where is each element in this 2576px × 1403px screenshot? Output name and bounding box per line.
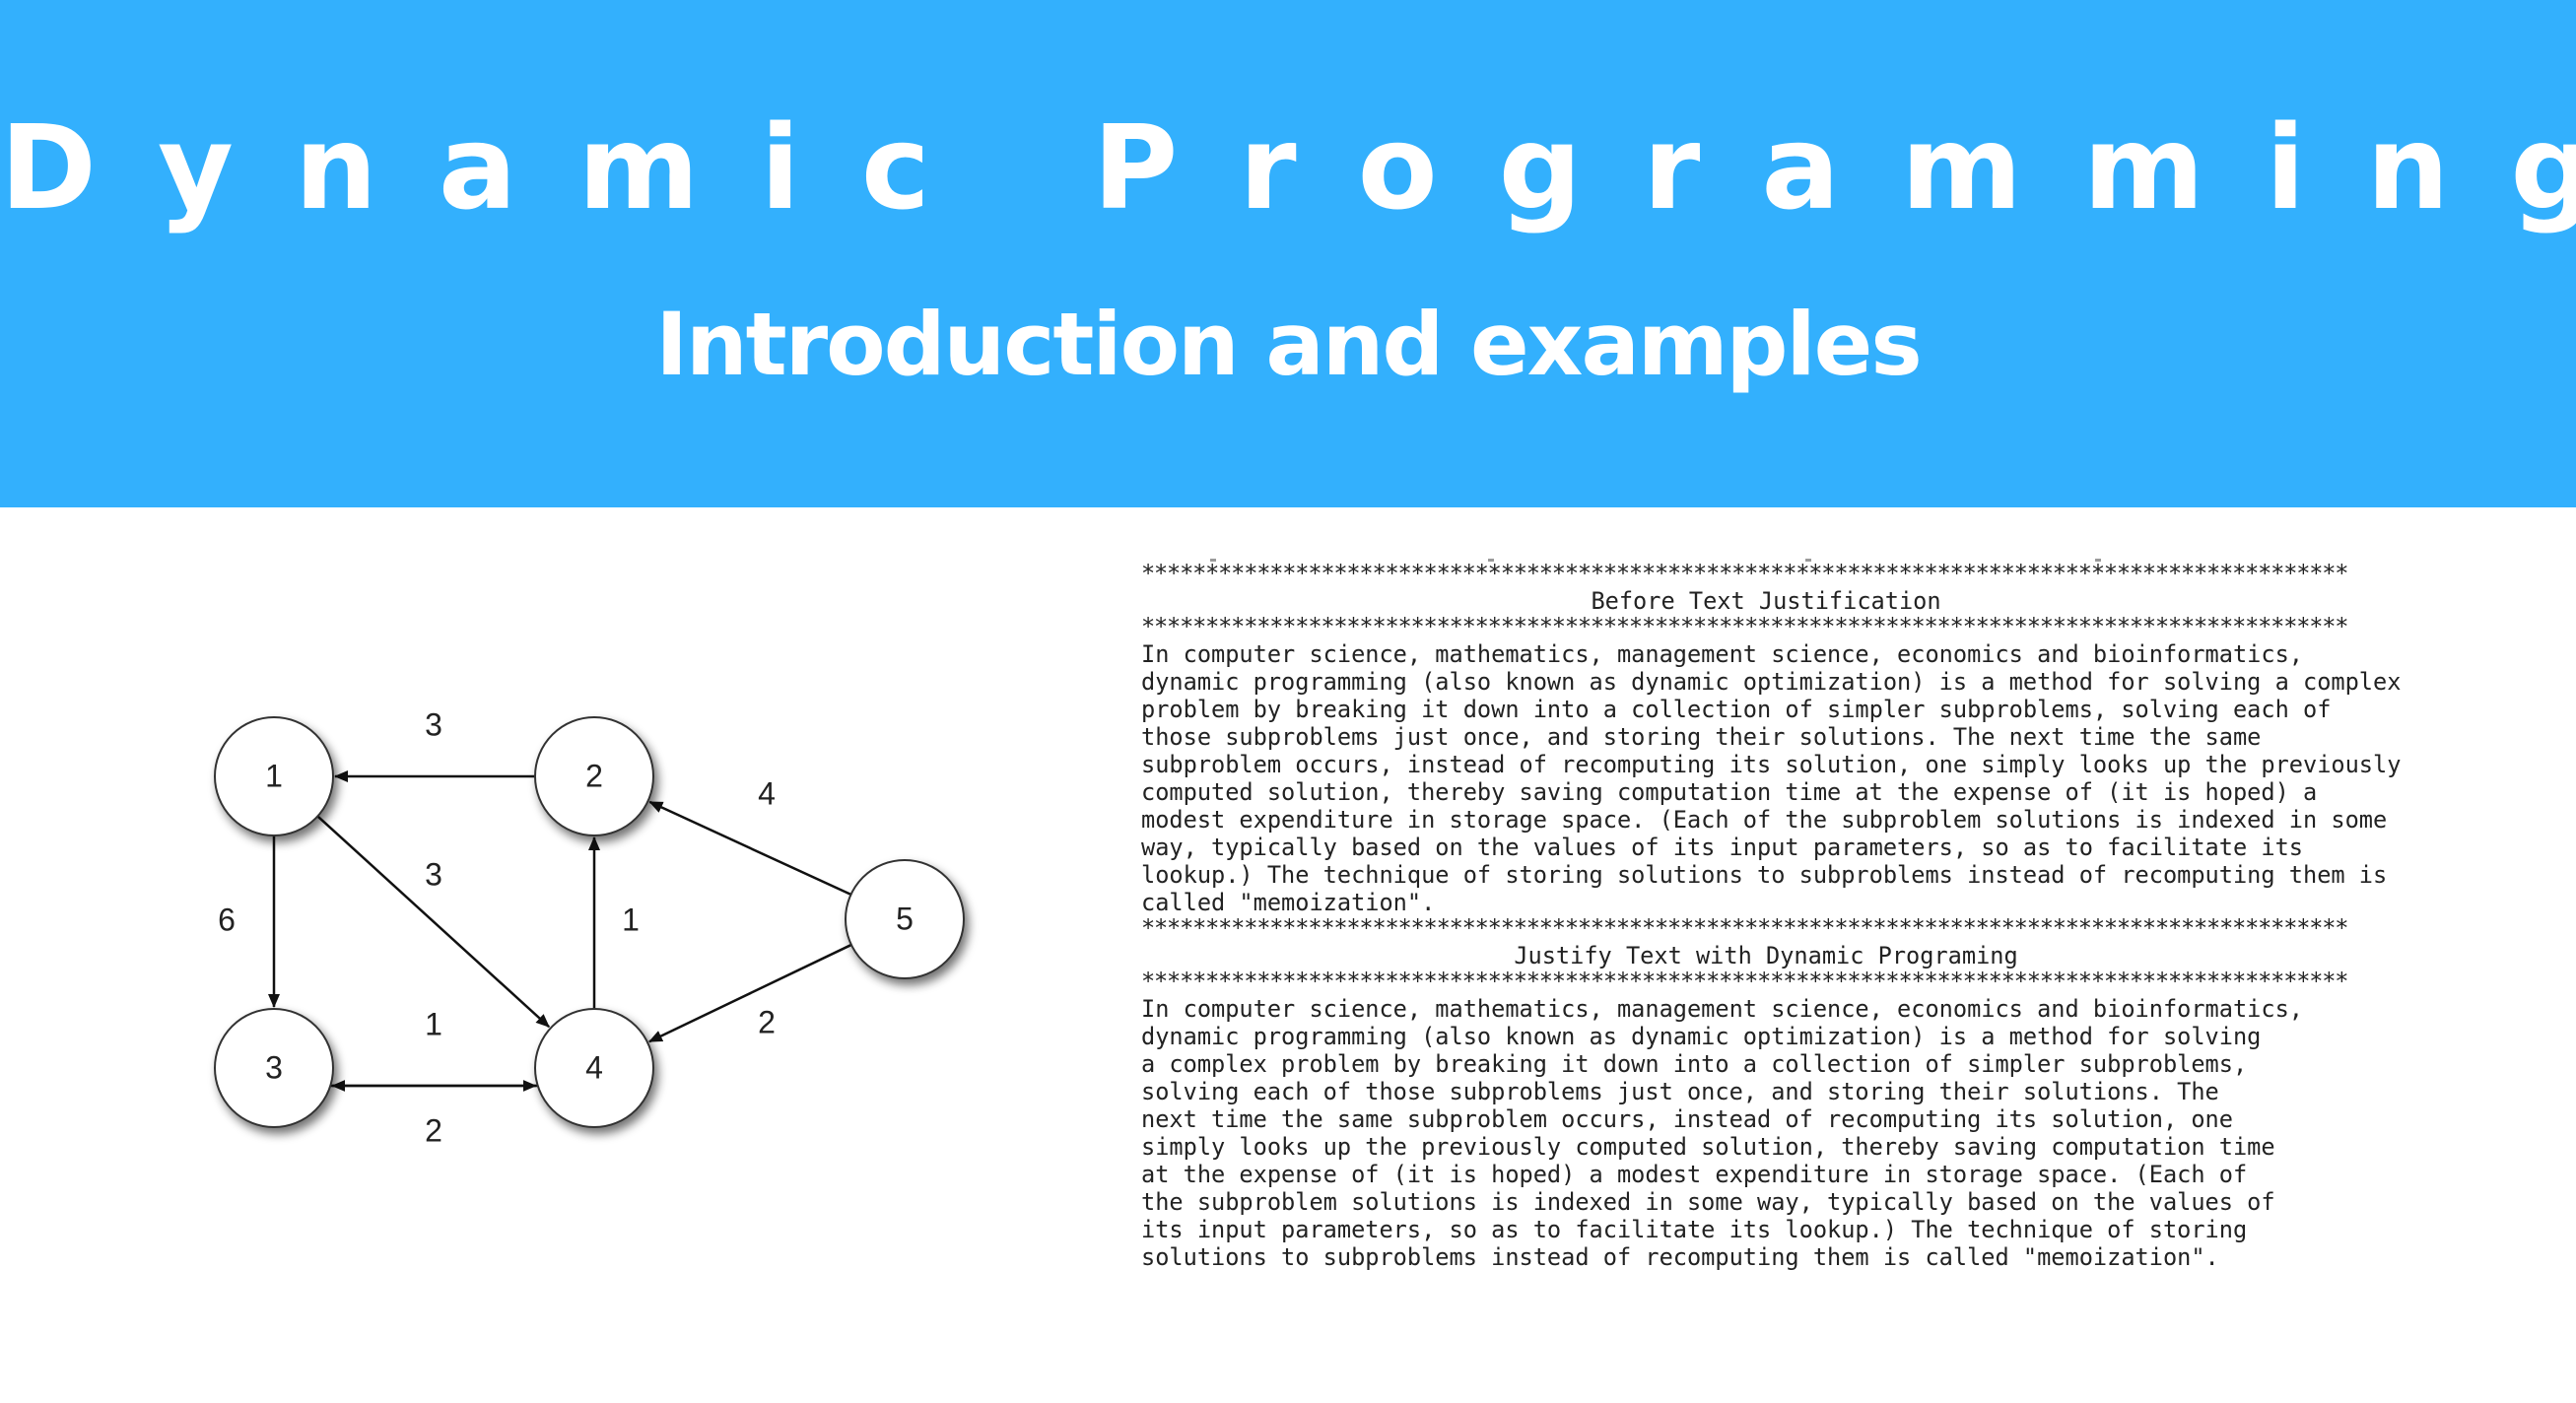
heading-before-justification: Before Text Justification bbox=[1591, 587, 1941, 615]
node-label: 3 bbox=[265, 1049, 283, 1085]
text-line: solving each of those subproblems just o… bbox=[1141, 1078, 2219, 1105]
edge-5-to-2 bbox=[648, 800, 852, 897]
header-banner: Dynamic Programming Introduction and exa… bbox=[0, 0, 2576, 507]
text-line: In computer science, mathematics, manage… bbox=[1141, 640, 2303, 668]
text-line: its input parameters, so as to facilitat… bbox=[1141, 1216, 2248, 1243]
text-line: solutions to subproblems instead of reco… bbox=[1141, 1243, 2219, 1271]
separator-line: ****************************************… bbox=[1141, 615, 2349, 640]
text-line: a complex problem by breaking it down in… bbox=[1141, 1050, 2248, 1078]
separator-line: ****************************************… bbox=[1141, 916, 2349, 942]
text-line: at the expense of (it is hoped) a modest… bbox=[1141, 1161, 2248, 1188]
text-line: dynamic programming (also known as dynam… bbox=[1141, 1023, 2262, 1050]
edge-1-to-4 bbox=[316, 815, 551, 1029]
node-label: 5 bbox=[896, 901, 914, 936]
node-label: 1 bbox=[265, 758, 283, 793]
page-subtitle: Introduction and examples bbox=[655, 294, 1923, 395]
node-label: 2 bbox=[585, 758, 603, 793]
text-line: simply looks up the previously computed … bbox=[1141, 1133, 2275, 1161]
graph-node-1: 1 bbox=[214, 716, 334, 836]
node-label: 4 bbox=[585, 1049, 603, 1085]
graph-node-5: 5 bbox=[845, 859, 965, 979]
edge-weight-5-2: 4 bbox=[758, 775, 776, 811]
console-output: ****************************************… bbox=[1141, 562, 2422, 1286]
edge-weight-4-2: 1 bbox=[622, 902, 640, 937]
weighted-graph-diagram: 1 2 3 4 5 3 6 3 1 1 2 4 2 bbox=[214, 706, 965, 1148]
text-line: subproblem occurs, instead of recomputin… bbox=[1141, 751, 2402, 778]
graph-node-2: 2 bbox=[534, 716, 654, 836]
text-line: called "memoization". bbox=[1141, 889, 1436, 916]
text-line: dynamic programming (also known as dynam… bbox=[1141, 668, 2402, 696]
edge-weight-1-3: 6 bbox=[218, 902, 236, 937]
text-line: modest expenditure in storage space. (Ea… bbox=[1141, 806, 2388, 834]
edge-weight-3-4: 2 bbox=[425, 1112, 442, 1148]
edge-5-to-4 bbox=[648, 943, 852, 1043]
page-title: Dynamic Programming bbox=[0, 100, 2576, 235]
text-line: problem by breaking it down into a colle… bbox=[1141, 696, 2332, 723]
text-line: those subproblems just once, and storing… bbox=[1141, 723, 2262, 751]
graph-node-4: 4 bbox=[534, 1008, 654, 1128]
text-line: way, typically based on the values of it… bbox=[1141, 834, 2303, 861]
separator-line: ****************************************… bbox=[1141, 969, 2349, 995]
text-line: the subproblem solutions is indexed in s… bbox=[1141, 1188, 2275, 1216]
edge-weight-4-3: 1 bbox=[425, 1006, 442, 1041]
text-line: next time the same subproblem occurs, in… bbox=[1141, 1105, 2233, 1133]
separator-line: ****************************************… bbox=[1141, 562, 2349, 587]
text-line: In computer science, mathematics, manage… bbox=[1141, 995, 2303, 1023]
text-line: lookup.) The technique of storing soluti… bbox=[1141, 861, 2388, 889]
edge-weight-2-1: 3 bbox=[425, 706, 442, 742]
heading-justified-text: Justify Text with Dynamic Programing bbox=[1514, 942, 2018, 969]
graph-node-3: 3 bbox=[214, 1008, 334, 1128]
edge-weight-5-4: 2 bbox=[758, 1004, 776, 1039]
text-line: computed solution, thereby saving comput… bbox=[1141, 778, 2318, 806]
edge-weight-1-4: 3 bbox=[425, 856, 442, 892]
